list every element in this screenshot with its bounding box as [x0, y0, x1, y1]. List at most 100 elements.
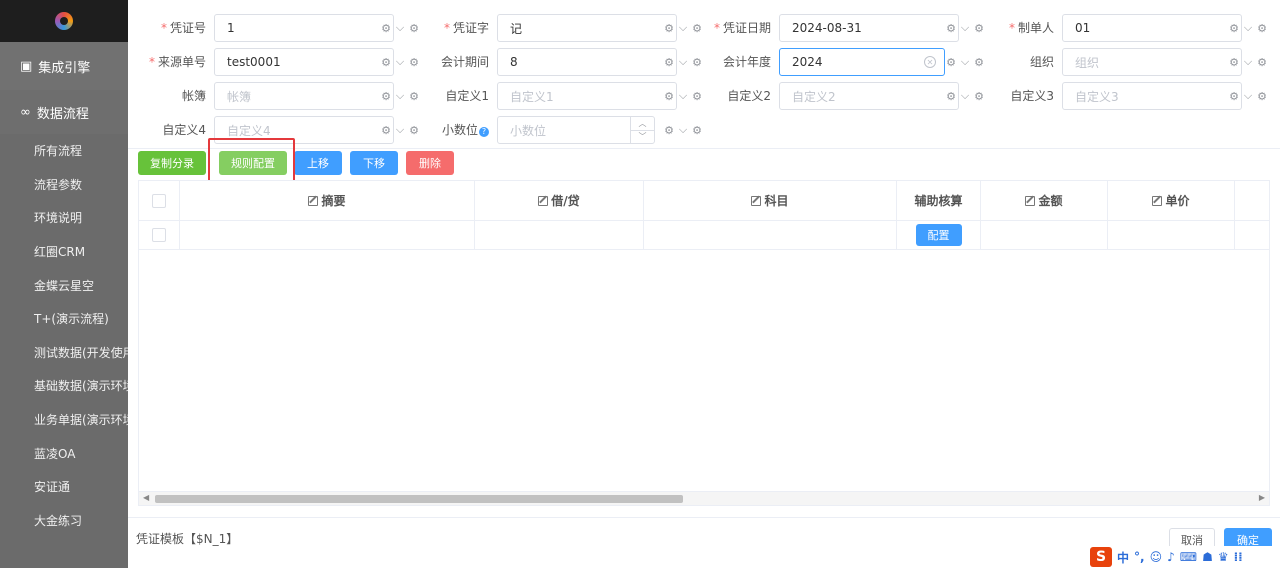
settings-icon[interactable]: ⚙	[945, 22, 957, 35]
year-input[interactable]: 2024 ✕	[779, 48, 945, 76]
gear-icon[interactable]: ⚙	[973, 22, 985, 35]
chevron-down-icon[interactable]: ﹀	[631, 131, 654, 144]
chevron-down-icon[interactable]: ⌵	[394, 123, 406, 137]
org-input[interactable]: 组织	[1062, 48, 1242, 76]
emoji-icon[interactable]: ☺	[1150, 550, 1163, 564]
voucher-no-input[interactable]: 1	[214, 14, 394, 42]
move-down-button[interactable]: 下移	[350, 151, 398, 175]
row-checkbox[interactable]	[152, 228, 166, 242]
gear-icon[interactable]: ⚙	[973, 56, 985, 69]
sidebar-item[interactable]: 环境说明	[0, 201, 128, 235]
voucher-word-input[interactable]: 记	[497, 14, 677, 42]
settings-icon[interactable]: ⚙	[663, 56, 675, 69]
copy-entry-button[interactable]: 复制分录	[138, 151, 206, 175]
horizontal-scrollbar[interactable]: ◀ ▶	[139, 491, 1269, 505]
gear-icon[interactable]: ⚙	[1256, 90, 1268, 103]
skin-icon[interactable]: ♛	[1218, 550, 1229, 564]
book-input[interactable]: 帐簿	[214, 82, 394, 110]
sidebar-item[interactable]: 安证通	[0, 470, 128, 504]
chevron-down-icon[interactable]: ⌵	[677, 55, 689, 69]
chevron-down-icon[interactable]: ⌵	[677, 21, 689, 35]
custom3-input[interactable]: 自定义3	[1062, 82, 1242, 110]
chevron-down-icon[interactable]: ⌵	[959, 21, 971, 35]
delete-button[interactable]: 删除	[406, 151, 454, 175]
decimals-input[interactable]: 小数位 ︿ ﹀	[497, 116, 655, 144]
voucher-date-input[interactable]: 2024-08-31	[779, 14, 959, 42]
settings-icon[interactable]: ⚙	[663, 124, 675, 137]
help-icon[interactable]: ?	[479, 127, 489, 137]
sidebar-item[interactable]: 业务单据(演示环境	[0, 403, 128, 437]
sidebar-item[interactable]: 红圈CRM	[0, 235, 128, 269]
sidebar-item[interactable]: T+(演示流程)	[0, 302, 128, 336]
settings-icon[interactable]: ⚙	[380, 56, 392, 69]
chevron-down-icon[interactable]: ⌵	[959, 89, 971, 103]
gear-icon[interactable]: ⚙	[1256, 22, 1268, 35]
sidebar-item[interactable]: 蓝凌OA	[0, 436, 128, 470]
gear-icon[interactable]: ⚙	[691, 124, 703, 137]
user-icon[interactable]: ☗	[1202, 550, 1213, 564]
chevron-down-icon[interactable]: ⌵	[959, 55, 971, 69]
chevron-down-icon[interactable]: ⌵	[394, 21, 406, 35]
aux-config-button[interactable]: 配置	[915, 224, 962, 246]
sidebar-group-dataflow[interactable]: ∞ 数据流程	[0, 90, 128, 134]
clear-icon[interactable]: ✕	[924, 56, 936, 68]
scroll-right-icon[interactable]: ▶	[1259, 493, 1265, 502]
maker-input[interactable]: 01	[1062, 14, 1242, 42]
chevron-down-icon[interactable]: ⌵	[1242, 55, 1254, 69]
sidebar-item[interactable]: 大金练习	[0, 504, 128, 538]
gear-icon[interactable]: ⚙	[408, 22, 420, 35]
chevron-down-icon[interactable]: ⌵	[677, 123, 689, 137]
gear-icon[interactable]: ⚙	[691, 22, 703, 35]
sidebar-item[interactable]: 基础数据(演示环境	[0, 369, 128, 403]
chevron-down-icon[interactable]: ⌵	[677, 89, 689, 103]
select-all-checkbox[interactable]	[152, 193, 166, 208]
ime-lang[interactable]: 中	[1117, 549, 1129, 566]
sidebar-item[interactable]: 流程参数	[0, 168, 128, 202]
cell-summary[interactable]	[180, 221, 475, 249]
settings-icon[interactable]: ⚙	[380, 22, 392, 35]
move-up-button[interactable]: 上移	[294, 151, 342, 175]
cell-unit-price[interactable]	[1108, 221, 1235, 249]
settings-icon[interactable]: ⚙	[1228, 56, 1240, 69]
period-input[interactable]: 8	[497, 48, 677, 76]
settings-icon[interactable]: ⚙	[380, 90, 392, 103]
settings-icon[interactable]: ⚙	[380, 124, 392, 137]
gear-icon[interactable]: ⚙	[691, 56, 703, 69]
chevron-down-icon[interactable]: ⌵	[1242, 89, 1254, 103]
grid-icon[interactable]: ⁞⁞	[1234, 550, 1243, 564]
sogou-logo-icon[interactable]: S	[1090, 547, 1112, 567]
gear-icon[interactable]: ⚙	[691, 90, 703, 103]
scroll-left-icon[interactable]: ◀	[143, 493, 149, 502]
chevron-up-icon[interactable]: ︿	[631, 117, 654, 131]
keyboard-icon[interactable]: ⌨	[1180, 550, 1197, 564]
chevron-down-icon[interactable]: ⌵	[394, 55, 406, 69]
sidebar-item[interactable]: 金蝶云星空	[0, 268, 128, 302]
decimals-stepper[interactable]: ︿ ﹀	[630, 117, 654, 143]
chevron-down-icon[interactable]: ⌵	[1242, 21, 1254, 35]
custom2-input[interactable]: 自定义2	[779, 82, 959, 110]
sidebar-item[interactable]: 所有流程	[0, 134, 128, 168]
settings-icon[interactable]: ⚙	[663, 90, 675, 103]
gear-icon[interactable]: ⚙	[1256, 56, 1268, 69]
custom1-input[interactable]: 自定义1	[497, 82, 677, 110]
gear-icon[interactable]: ⚙	[408, 124, 420, 137]
scrollbar-thumb[interactable]	[155, 495, 683, 503]
sidebar-item[interactable]: 测试数据(开发使用	[0, 336, 128, 370]
punctuation-icon[interactable]: °,	[1134, 550, 1145, 564]
chevron-down-icon[interactable]: ⌵	[394, 89, 406, 103]
settings-icon[interactable]: ⚙	[945, 56, 957, 69]
gear-icon[interactable]: ⚙	[973, 90, 985, 103]
settings-icon[interactable]: ⚙	[663, 22, 675, 35]
gear-icon[interactable]: ⚙	[408, 90, 420, 103]
settings-icon[interactable]: ⚙	[1228, 22, 1240, 35]
settings-icon[interactable]: ⚙	[1228, 90, 1240, 103]
source-no-input[interactable]: test0001	[214, 48, 394, 76]
microphone-icon[interactable]: ♪	[1167, 550, 1175, 564]
cell-debit-credit[interactable]	[475, 221, 644, 249]
cell-account[interactable]	[644, 221, 897, 249]
settings-icon[interactable]: ⚙	[945, 90, 957, 103]
entries-table: 摘要 借/贷 科目 辅助核算 金额 单价 配置 ◀ ▶	[138, 180, 1270, 506]
cell-amount[interactable]	[981, 221, 1108, 249]
gear-icon[interactable]: ⚙	[408, 56, 420, 69]
sidebar-group-integration[interactable]: ▣ 集成引擎	[0, 42, 128, 90]
